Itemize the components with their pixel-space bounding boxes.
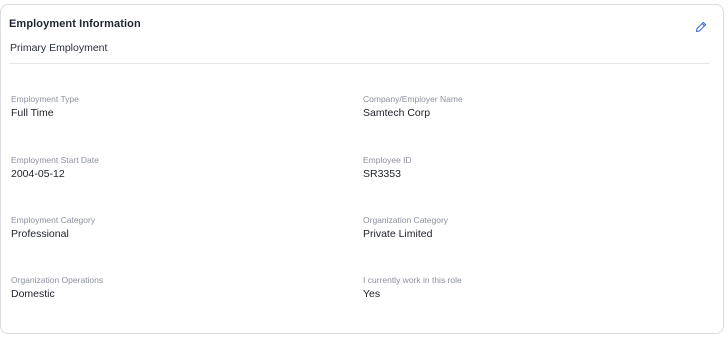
field-employment-category: Employment Category Professional [11, 215, 341, 241]
employment-information-card: Employment Information Primary Employmen… [0, 4, 724, 334]
pencil-icon [695, 21, 707, 33]
field-label: Employment Type [11, 94, 79, 104]
field-employment-type: Employment Type Full Time [11, 94, 341, 120]
field-label: Employment Start Date [11, 155, 99, 165]
field-value: Full Time [11, 107, 54, 119]
field-currently-work-in-role: I currently work in this role Yes [363, 275, 693, 301]
field-employment-start-date: Employment Start Date 2004-05-12 [11, 155, 341, 181]
field-value: Samtech Corp [363, 107, 431, 119]
field-value: SR3353 [363, 168, 401, 180]
card-title: Employment Information [9, 18, 141, 30]
edit-button[interactable] [693, 19, 709, 35]
field-employee-id: Employee ID SR3353 [363, 155, 693, 181]
field-label: Company/Employer Name [363, 94, 463, 104]
divider [9, 63, 710, 64]
field-value: Private Limited [363, 228, 433, 240]
field-value: Professional [11, 228, 69, 240]
field-organization-category: Organization Category Private Limited [363, 215, 693, 241]
field-label: Organization Category [363, 215, 449, 225]
field-company-employer-name: Company/Employer Name Samtech Corp [363, 94, 693, 120]
field-value: Domestic [11, 288, 55, 300]
field-label: Employee ID [363, 155, 412, 165]
section-subtitle: Primary Employment [10, 42, 108, 54]
field-label: Organization Operations [11, 275, 104, 285]
field-value: 2004-05-12 [11, 168, 65, 180]
field-value: Yes [363, 288, 381, 300]
field-organization-operations: Organization Operations Domestic [11, 275, 341, 301]
field-label: I currently work in this role [363, 275, 462, 285]
field-label: Employment Category [11, 215, 96, 225]
